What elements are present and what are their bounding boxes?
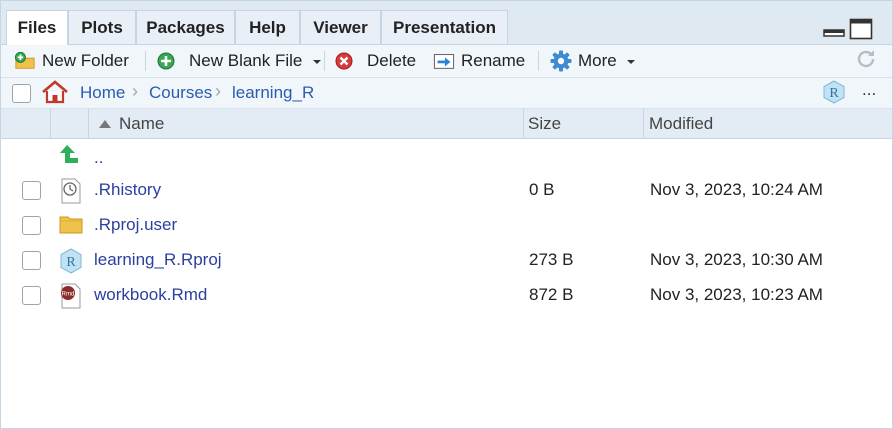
new-folder-button[interactable]: New Folder <box>14 45 129 77</box>
file-size: 0 B <box>529 180 555 199</box>
column-modified-header[interactable]: Modified <box>649 109 713 138</box>
new-blank-file-button[interactable]: New Blank File <box>155 45 322 77</box>
svg-text:R: R <box>66 255 76 270</box>
row-checkbox[interactable] <box>22 216 41 235</box>
overflow-menu-button[interactable]: ... <box>862 80 876 100</box>
more-label: More <box>578 51 617 70</box>
tab-packages[interactable]: Packages <box>136 10 235 44</box>
dropdown-caret-icon <box>312 51 322 71</box>
column-divider <box>523 109 524 138</box>
new-blank-file-label: New Blank File <box>189 51 303 70</box>
files-toolbar: New Folder New Blank File Delete Rename <box>1 45 892 78</box>
toolbar-divider <box>324 51 325 71</box>
rproj-icon: R <box>59 248 83 274</box>
more-button[interactable]: More <box>550 45 636 77</box>
up-arrow-icon <box>59 142 83 166</box>
table-row: Rmd workbook.Rmd 872 B Nov 3, 2023, 10:2… <box>1 278 892 313</box>
file-list-header: Name Size Modified <box>1 109 892 139</box>
new-folder-icon <box>14 50 36 72</box>
files-pane: Files Plots Packages Help Viewer Present… <box>0 0 893 429</box>
parent-dir-row[interactable]: .. <box>1 139 892 174</box>
rename-label: Rename <box>461 51 526 70</box>
tab-files[interactable]: Files <box>6 10 68 45</box>
column-modified-label: Modified <box>649 113 714 133</box>
file-name-link[interactable]: .Rhistory <box>94 180 161 200</box>
maximize-icon[interactable] <box>849 18 873 45</box>
refresh-icon <box>854 47 878 76</box>
rename-button[interactable]: Rename <box>433 45 525 77</box>
table-row: R learning_R.Rproj 273 B Nov 3, 2023, 10… <box>1 243 892 278</box>
row-checkbox[interactable] <box>22 181 41 200</box>
column-name-header[interactable]: Name <box>98 109 164 138</box>
tab-plots[interactable]: Plots <box>68 10 136 44</box>
column-divider <box>88 109 89 138</box>
tab-presentation[interactable]: Presentation <box>381 10 508 44</box>
svg-text:R: R <box>829 86 839 101</box>
row-checkbox[interactable] <box>22 286 41 305</box>
column-size-label: Size <box>528 113 562 133</box>
tab-viewer[interactable]: Viewer <box>300 10 381 44</box>
rename-icon <box>433 50 455 72</box>
select-all-checkbox[interactable] <box>12 84 31 103</box>
path-bar: Home › Courses › learning_R R ... <box>1 78 892 109</box>
parent-dir-link[interactable]: .. <box>94 148 103 168</box>
file-modified: Nov 3, 2023, 10:24 AM <box>650 180 823 199</box>
file-size: 872 B <box>529 285 574 304</box>
project-icon[interactable]: R <box>822 80 846 109</box>
column-divider <box>50 109 51 138</box>
file-modified: Nov 3, 2023, 10:23 AM <box>650 285 823 304</box>
delete-button[interactable]: Delete <box>333 45 416 77</box>
row-checkbox[interactable] <box>22 251 41 270</box>
toolbar-divider <box>145 51 146 71</box>
delete-icon <box>333 50 355 72</box>
column-size-header[interactable]: Size <box>528 109 561 138</box>
table-row: .Rhistory 0 B Nov 3, 2023, 10:24 AM <box>1 173 892 208</box>
file-modified: Nov 3, 2023, 10:30 AM <box>650 250 823 269</box>
file-name-link[interactable]: .Rproj.user <box>94 215 177 235</box>
delete-label: Delete <box>367 51 417 70</box>
tab-bar: Files Plots Packages Help Viewer Present… <box>1 1 892 45</box>
file-name-link[interactable]: learning_R.Rproj <box>94 250 222 270</box>
gear-icon <box>550 50 572 72</box>
new-folder-label: New Folder <box>42 51 129 70</box>
file-name-link[interactable]: workbook.Rmd <box>94 285 207 305</box>
column-name-label: Name <box>119 113 165 133</box>
breadcrumb-separator: › <box>132 81 138 101</box>
tab-help[interactable]: Help <box>235 10 300 44</box>
breadcrumb-separator: › <box>215 81 221 101</box>
refresh-button[interactable] <box>854 45 878 77</box>
toolbar-divider <box>538 51 539 71</box>
breadcrumb-home[interactable]: Home <box>80 83 125 103</box>
rhistory-icon <box>59 178 83 204</box>
breadcrumb-current[interactable]: learning_R <box>232 83 314 103</box>
sort-ascending-icon <box>98 114 112 134</box>
rmd-icon: Rmd <box>59 283 83 309</box>
column-divider <box>643 109 644 138</box>
add-file-icon <box>155 50 177 72</box>
dropdown-caret-icon <box>626 51 636 71</box>
home-icon[interactable] <box>41 80 69 109</box>
breadcrumb-courses[interactable]: Courses <box>149 83 212 103</box>
folder-icon <box>59 213 83 237</box>
file-size: 273 B <box>529 250 574 269</box>
minimize-icon[interactable] <box>823 20 845 43</box>
svg-text:Rmd: Rmd <box>62 292 75 298</box>
table-row: .Rproj.user <box>1 208 892 243</box>
